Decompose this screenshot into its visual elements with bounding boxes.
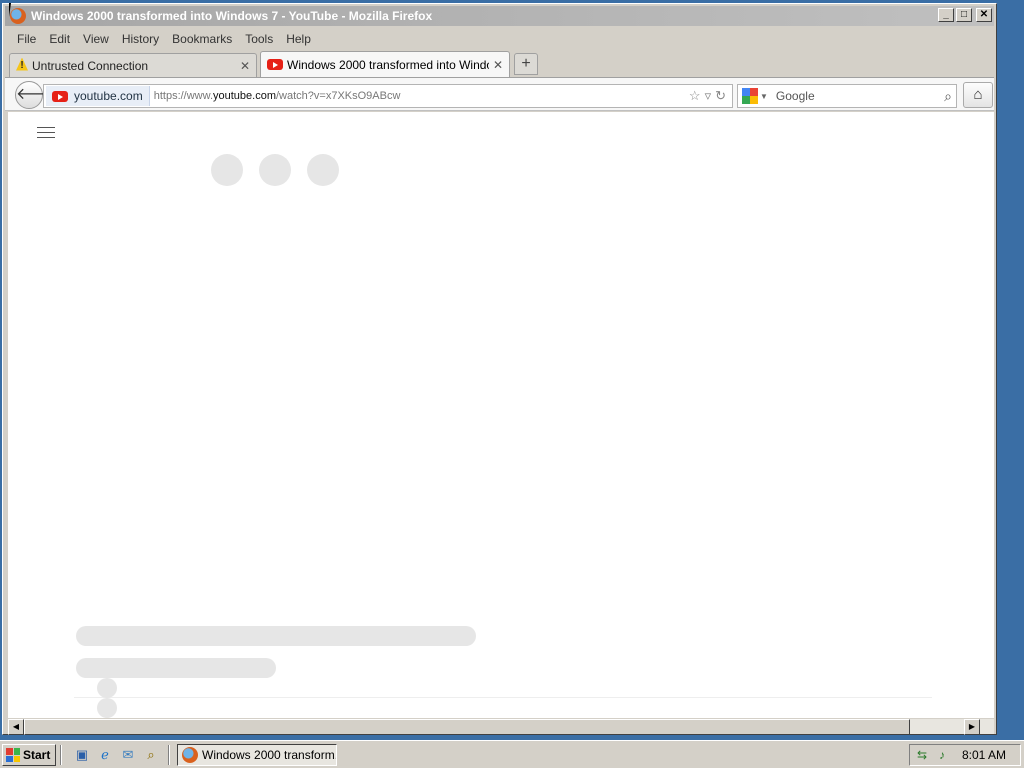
search-icon[interactable]: ⌕	[944, 88, 952, 105]
reload-icon[interactable]: ↻	[715, 88, 726, 104]
tab-youtube[interactable]: Windows 2000 transformed into Windows 7 …	[260, 51, 510, 77]
taskbar-button-label: Windows 2000 transform...	[202, 748, 337, 762]
search-quicklaunch-icon[interactable]: ⌕	[143, 747, 159, 763]
tab-close-icon[interactable]: ✕	[493, 58, 503, 72]
menu-history[interactable]: History	[122, 32, 159, 46]
window-title: Windows 2000 transformed into Windows 7 …	[31, 9, 433, 23]
loading-placeholder-circle	[259, 154, 291, 186]
system-tray: ⇆ ♪ 8:01 AM	[909, 744, 1021, 766]
volume-icon[interactable]: ♪	[934, 747, 950, 763]
menu-bar: File Edit View History Bookmarks Tools H…	[5, 29, 994, 49]
menu-icon[interactable]	[37, 127, 55, 139]
scroll-left-button[interactable]: ◀	[8, 719, 24, 735]
taskbar-button-firefox[interactable]: Windows 2000 transform...	[177, 744, 337, 766]
warning-icon	[16, 60, 28, 72]
taskbar-separator	[60, 745, 62, 765]
bookmark-star-icon[interactable]: ☆	[689, 88, 701, 104]
show-desktop-icon[interactable]: ▣	[74, 747, 90, 763]
search-input[interactable]: Google	[776, 89, 944, 103]
page-content	[8, 112, 994, 718]
google-icon[interactable]	[742, 88, 758, 104]
scroll-thumb[interactable]	[24, 719, 910, 735]
site-identity-button[interactable]: youtube.com	[46, 86, 150, 106]
taskbar: Start ▣ ℯ ✉ ⌕ Windows 2000 transform... …	[0, 740, 1024, 768]
menu-bookmarks[interactable]: Bookmarks	[172, 32, 232, 46]
clock[interactable]: 8:01 AM	[962, 748, 1006, 762]
title-bar[interactable]: Windows 2000 transformed into Windows 7 …	[5, 6, 994, 26]
youtube-icon	[52, 90, 68, 102]
youtube-icon	[267, 59, 283, 70]
tab-strip: Untrusted Connection ✕ Windows 2000 tran…	[5, 51, 994, 77]
minimize-button[interactable]: _	[938, 8, 954, 22]
loading-placeholder-circle	[307, 154, 339, 186]
loading-placeholder-avatar	[97, 678, 117, 698]
site-identity-label: youtube.com	[74, 89, 143, 103]
tab-label: Untrusted Connection	[32, 58, 149, 73]
tab-untrusted-connection[interactable]: Untrusted Connection ✕	[9, 53, 257, 77]
horizontal-scrollbar[interactable]: ◀ ▶	[8, 718, 994, 735]
menu-tools[interactable]: Tools	[245, 32, 273, 46]
start-button[interactable]: Start	[2, 744, 56, 766]
menu-file[interactable]: File	[17, 32, 36, 46]
back-button[interactable]: 🡐	[15, 81, 59, 109]
maximize-button[interactable]: □	[956, 8, 972, 22]
start-label: Start	[23, 748, 51, 762]
url-domain: youtube.com	[213, 90, 276, 102]
home-button[interactable]: ⌂	[963, 82, 993, 108]
menu-help[interactable]: Help	[286, 32, 311, 46]
loading-placeholder-subtitle	[76, 658, 276, 678]
close-button[interactable]: ✕	[976, 8, 992, 22]
search-engine-dropdown-icon[interactable]: ▼	[760, 92, 768, 101]
internet-explorer-icon[interactable]: ℯ	[97, 747, 113, 763]
url-bar[interactable]: youtube.com https://www.youtube.com/watc…	[43, 84, 733, 108]
network-icon[interactable]: ⇆	[914, 747, 930, 763]
loading-placeholder-avatar	[97, 698, 117, 718]
home-icon: ⌂	[973, 86, 983, 103]
outlook-express-icon[interactable]: ✉	[120, 747, 136, 763]
divider	[74, 697, 932, 698]
tab-label: Windows 2000 transformed into Windows 7 …	[287, 57, 489, 72]
caption-buttons: _ □ ✕	[938, 8, 992, 22]
loading-placeholder-circle	[211, 154, 243, 186]
url-prefix: https://www.	[153, 90, 214, 102]
loading-placeholder-title	[76, 626, 476, 646]
history-dropdown-icon[interactable]: ▿	[705, 88, 712, 104]
tab-close-icon[interactable]: ✕	[240, 59, 250, 73]
url-path: /watch?v=x7XKsO9ABcw	[276, 90, 401, 102]
menu-view[interactable]: View	[83, 32, 109, 46]
url-text[interactable]: https://www.youtube.com/watch?v=x7XKsO9A…	[154, 90, 689, 102]
menu-edit[interactable]: Edit	[49, 32, 70, 46]
windows-logo-icon	[6, 748, 20, 762]
navigation-toolbar: 🡐 youtube.com https://www.youtube.com/wa…	[5, 77, 994, 111]
search-bar[interactable]: ▼ Google ⌕	[737, 84, 957, 108]
firefox-window: Windows 2000 transformed into Windows 7 …	[2, 3, 997, 735]
new-tab-button[interactable]: +	[514, 53, 538, 75]
scroll-right-button[interactable]: ▶	[964, 719, 980, 735]
firefox-icon	[182, 747, 198, 763]
taskbar-separator	[168, 745, 170, 765]
url-bar-icons: ☆ ▿ ↻	[689, 88, 726, 104]
